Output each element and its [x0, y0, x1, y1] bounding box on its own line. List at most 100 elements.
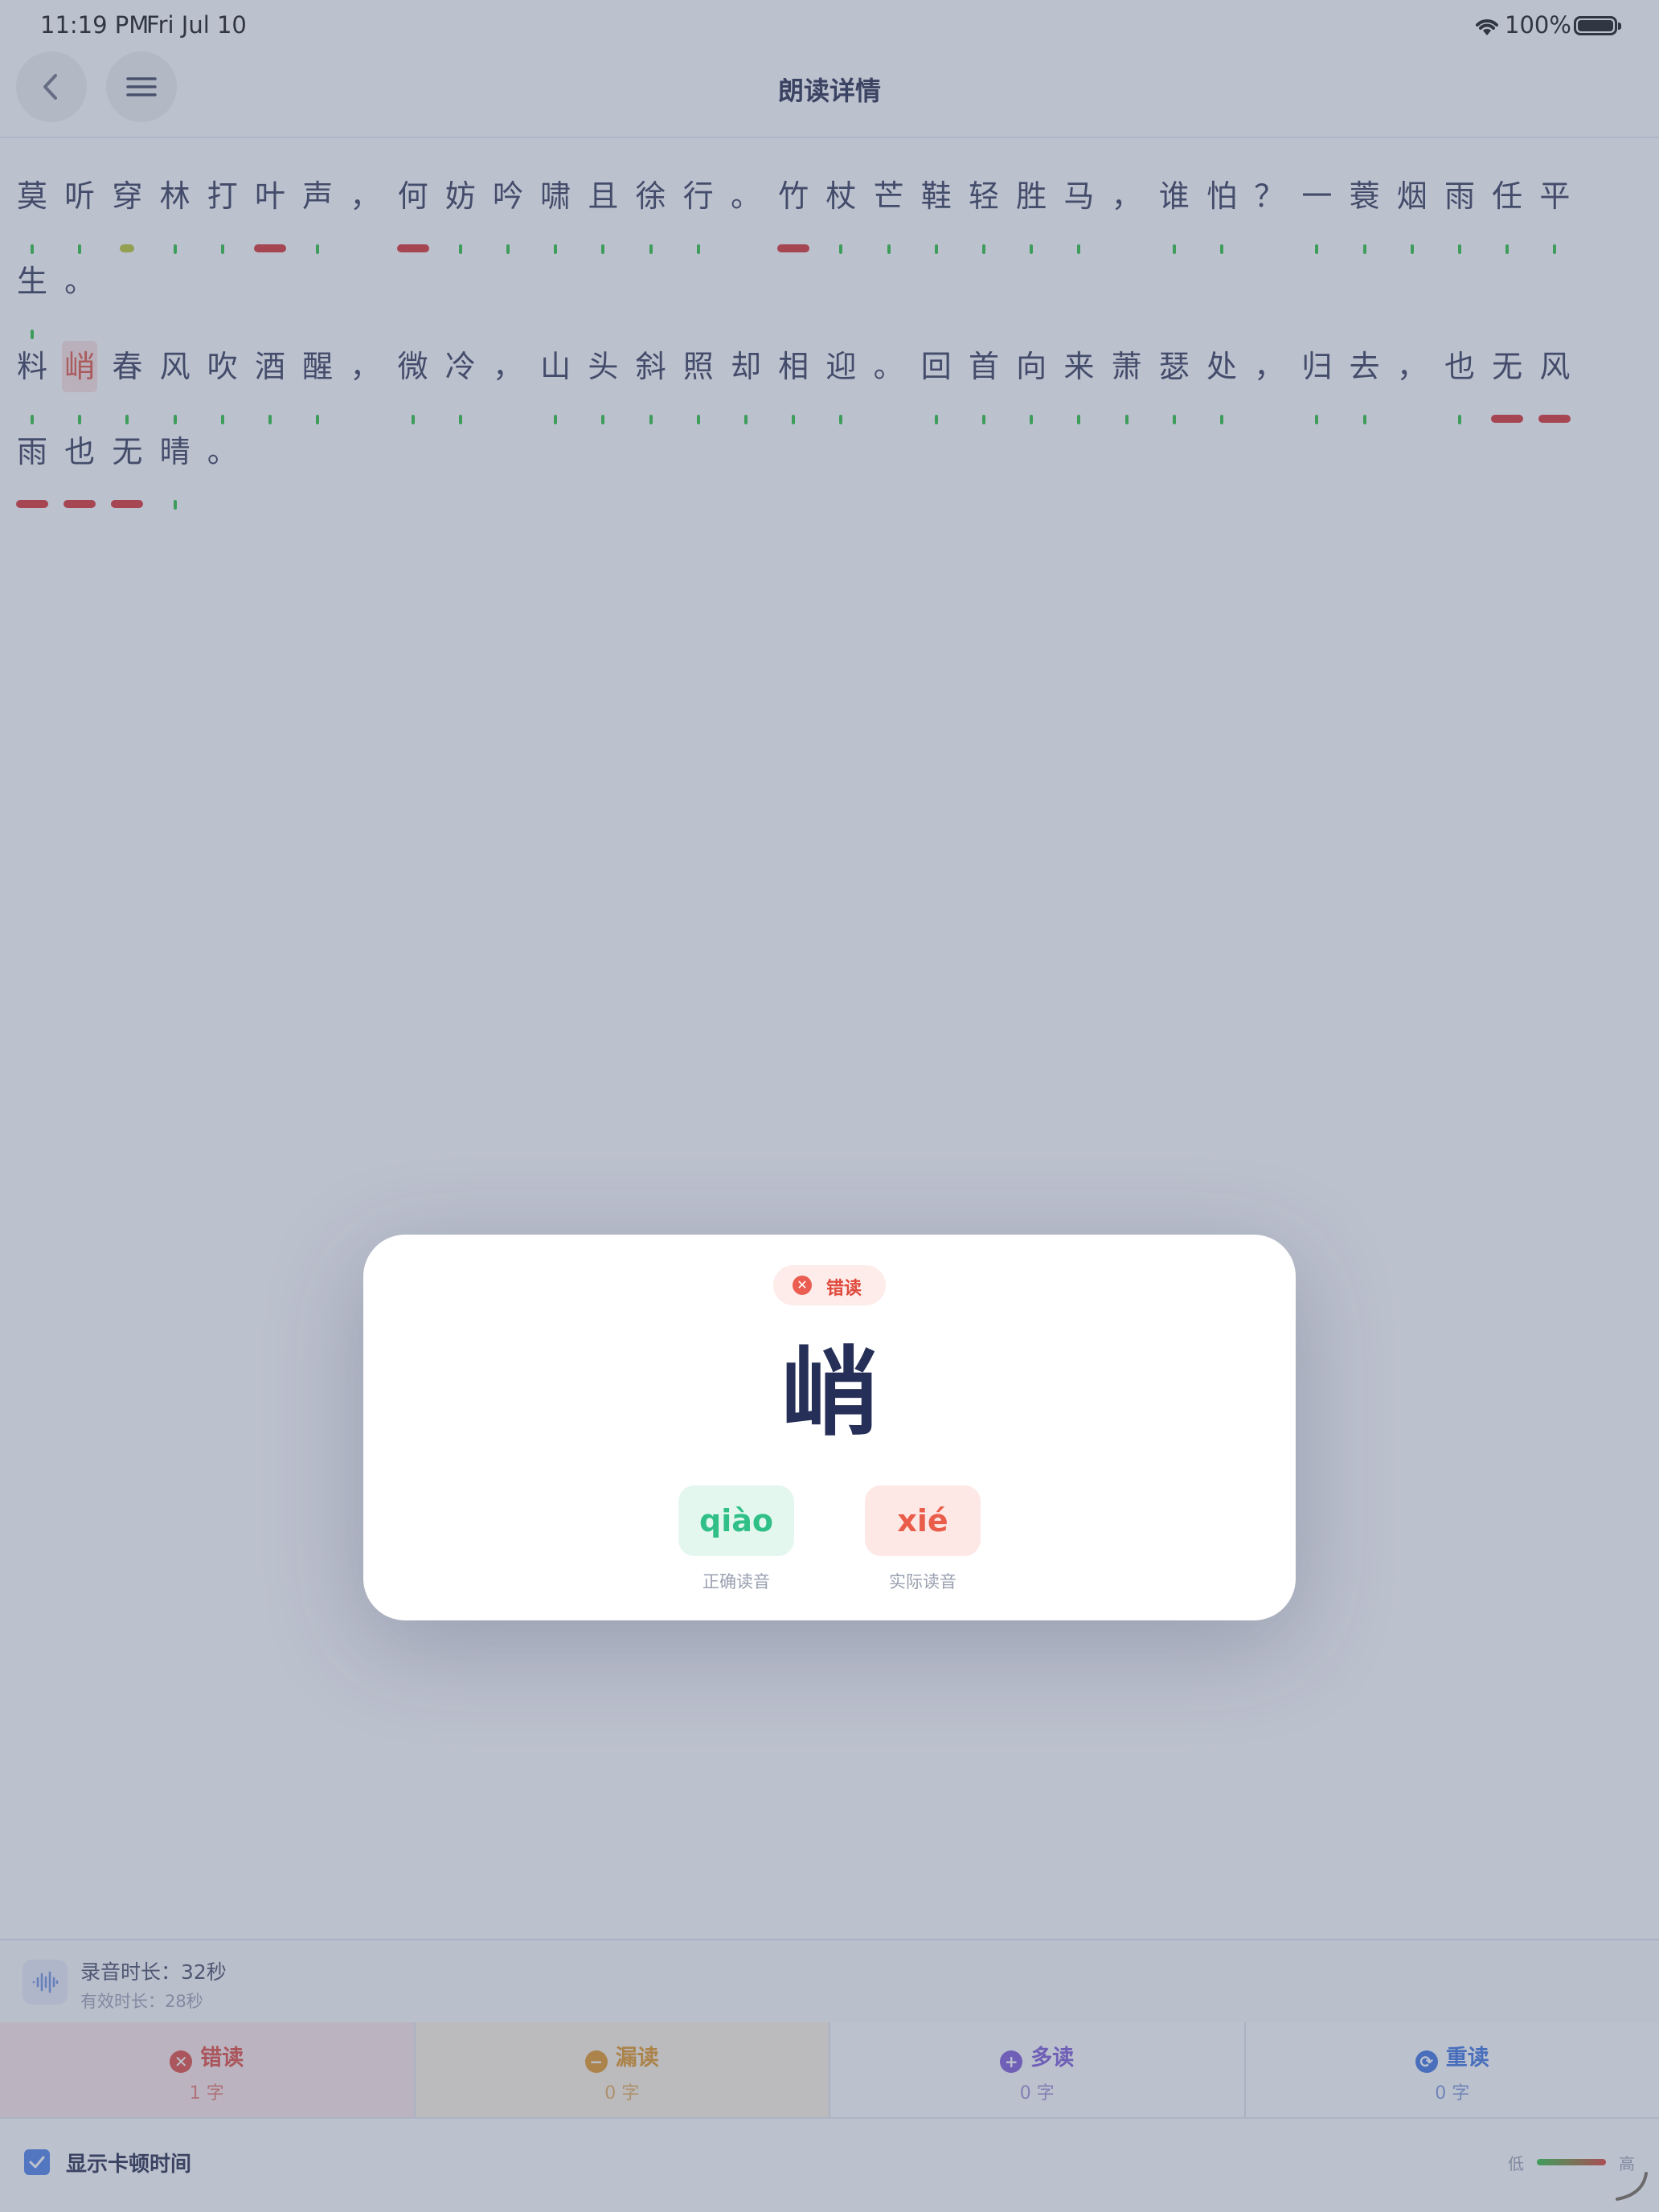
correct-marker [887, 244, 891, 254]
poem-character[interactable]: 声 [300, 170, 335, 222]
correct-marker [601, 244, 605, 254]
poem-character[interactable]: 相 [776, 341, 811, 392]
poem-character[interactable]: 蓑 [1347, 170, 1382, 222]
correct-pinyin-button[interactable]: qiào [678, 1485, 794, 1556]
poem-character[interactable]: 芒 [871, 170, 907, 222]
poem-character[interactable]: ， [1251, 341, 1287, 392]
poem-character[interactable]: ， [1109, 170, 1145, 222]
poem-character[interactable]: 醒 [300, 341, 335, 392]
poem-character[interactable]: 穿 [109, 170, 145, 222]
tab-omitted[interactable]: − 漏读 0 字 [415, 2022, 830, 2117]
poem-character[interactable]: 打 [205, 170, 240, 222]
poem-character[interactable]: 胜 [1014, 170, 1049, 222]
correct-marker [649, 415, 653, 424]
correct-marker [1030, 244, 1034, 254]
poem-character[interactable]: 任 [1489, 170, 1525, 222]
poem-character[interactable]: 瑟 [1157, 341, 1192, 392]
poem-character[interactable]: 一 [1299, 170, 1334, 222]
poem-character[interactable]: 也 [1442, 341, 1477, 392]
selected-character[interactable]: 峭 [62, 341, 98, 392]
poem-character[interactable]: 杖 [823, 170, 858, 222]
poem-character[interactable]: 无 [109, 426, 145, 477]
correct-marker [1362, 244, 1366, 254]
poem-character[interactable]: 无 [1489, 341, 1525, 392]
poem-character[interactable]: ， [347, 341, 383, 392]
correct-marker [220, 244, 224, 254]
poem-character[interactable]: 雨 [1442, 170, 1477, 222]
poem-character[interactable]: 莫 [14, 170, 50, 222]
poem-character[interactable]: 处 [1204, 341, 1239, 392]
correct-marker [696, 244, 700, 254]
poem-character[interactable]: 来 [1061, 341, 1096, 392]
poem-character[interactable]: 迎 [823, 341, 858, 392]
correct-marker [1220, 415, 1223, 424]
poem-character[interactable]: 吟 [490, 170, 526, 222]
poem-character[interactable]: 萧 [1109, 341, 1145, 392]
poem-character[interactable]: 山 [538, 341, 573, 392]
poem-character[interactable]: 头 [585, 341, 621, 392]
poem-character[interactable]: ？ [1251, 170, 1287, 222]
page-title: 朗读详情 [777, 76, 881, 106]
poem-character[interactable]: 马 [1061, 170, 1096, 222]
tab-repeated[interactable]: ⟳ 重读 0 字 [1245, 2022, 1659, 2117]
poem-character[interactable]: 归 [1299, 341, 1334, 392]
poem-character[interactable]: ， [1395, 341, 1430, 392]
poem-character[interactable]: 徐 [633, 170, 669, 222]
poem-character[interactable]: 春 [109, 341, 145, 392]
poem-character[interactable]: 雨 [14, 426, 50, 477]
poem-character[interactable]: 行 [681, 170, 716, 222]
poem-character[interactable]: 生 [14, 256, 50, 307]
poem-character[interactable]: 竹 [776, 170, 811, 222]
correct-marker [1505, 244, 1509, 254]
poem-character[interactable]: 照 [681, 341, 716, 392]
tab-extra-read[interactable]: + 多读 0 字 [830, 2022, 1246, 2117]
poem-character[interactable]: 却 [728, 341, 764, 392]
poem-character[interactable]: 首 [966, 341, 1002, 392]
poem-character[interactable]: 也 [62, 426, 97, 477]
target-character: 峭 [781, 1337, 878, 1449]
actual-pinyin-button[interactable]: xié [865, 1485, 981, 1556]
tab-misread[interactable]: ✕ 错读 1 字 [0, 2022, 416, 2117]
poem-character[interactable]: 料 [14, 341, 50, 392]
poem-character[interactable]: 轻 [966, 170, 1002, 222]
correct-marker [554, 415, 558, 424]
correct-pinyin-caption: 正确读音 [703, 1572, 770, 1591]
poem-character[interactable]: 啸 [538, 170, 573, 222]
poem-character[interactable]: ， [490, 341, 526, 392]
correct-marker [839, 415, 843, 424]
poem-character[interactable]: 平 [1537, 170, 1572, 222]
poem-character[interactable]: 叶 [252, 170, 288, 222]
poem-character[interactable]: 晴 [158, 426, 193, 477]
poem-character[interactable]: 吹 [205, 341, 240, 392]
poem-character[interactable]: 。 [62, 256, 97, 307]
correct-marker [792, 415, 796, 424]
poem-character[interactable]: 。 [871, 341, 907, 392]
poem-character[interactable]: ， [347, 170, 383, 222]
poem-character[interactable]: 向 [1014, 341, 1049, 392]
poem-character[interactable]: 鞋 [919, 170, 954, 222]
correct-marker [411, 415, 415, 424]
poem-character[interactable]: 冷 [443, 341, 478, 392]
poem-character[interactable]: 何 [395, 170, 431, 222]
poem-character[interactable]: 风 [158, 341, 193, 392]
poem-character[interactable]: 去 [1347, 341, 1382, 392]
poem-character[interactable]: 。 [728, 170, 764, 222]
poem-character[interactable]: 听 [62, 170, 97, 222]
poem-character[interactable]: 斜 [633, 341, 669, 392]
poem-character[interactable]: 谁 [1157, 170, 1192, 222]
tab-label: 重读 [1445, 2046, 1489, 2071]
correct-marker [1172, 244, 1176, 254]
poem-character[interactable]: 酒 [252, 341, 288, 392]
poem-character[interactable]: 烟 [1395, 170, 1430, 222]
poem-character[interactable]: 。 [205, 426, 240, 477]
show-pause-checkbox[interactable] [24, 2149, 50, 2175]
poem-character[interactable]: 妨 [443, 170, 478, 222]
waveform-icon[interactable] [23, 1960, 68, 2005]
error-marker [396, 244, 429, 252]
poem-character[interactable]: 且 [585, 170, 621, 222]
poem-character[interactable]: 怕 [1204, 170, 1239, 222]
poem-character[interactable]: 微 [395, 341, 431, 392]
poem-character[interactable]: 林 [158, 170, 193, 222]
poem-character[interactable]: 风 [1537, 341, 1572, 392]
poem-character[interactable]: 回 [919, 341, 954, 392]
